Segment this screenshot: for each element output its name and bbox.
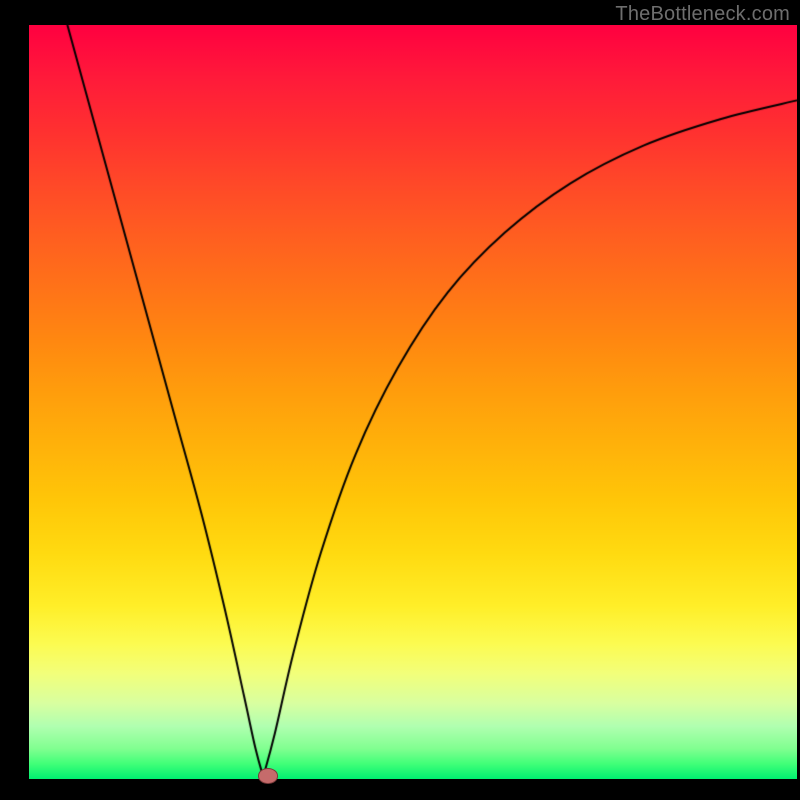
watermark-text: TheBottleneck.com: [615, 3, 790, 26]
optimal-point-marker: [258, 768, 278, 784]
chart-container: TheBottleneck.com: [0, 0, 800, 800]
bottleneck-curve: [0, 0, 800, 800]
